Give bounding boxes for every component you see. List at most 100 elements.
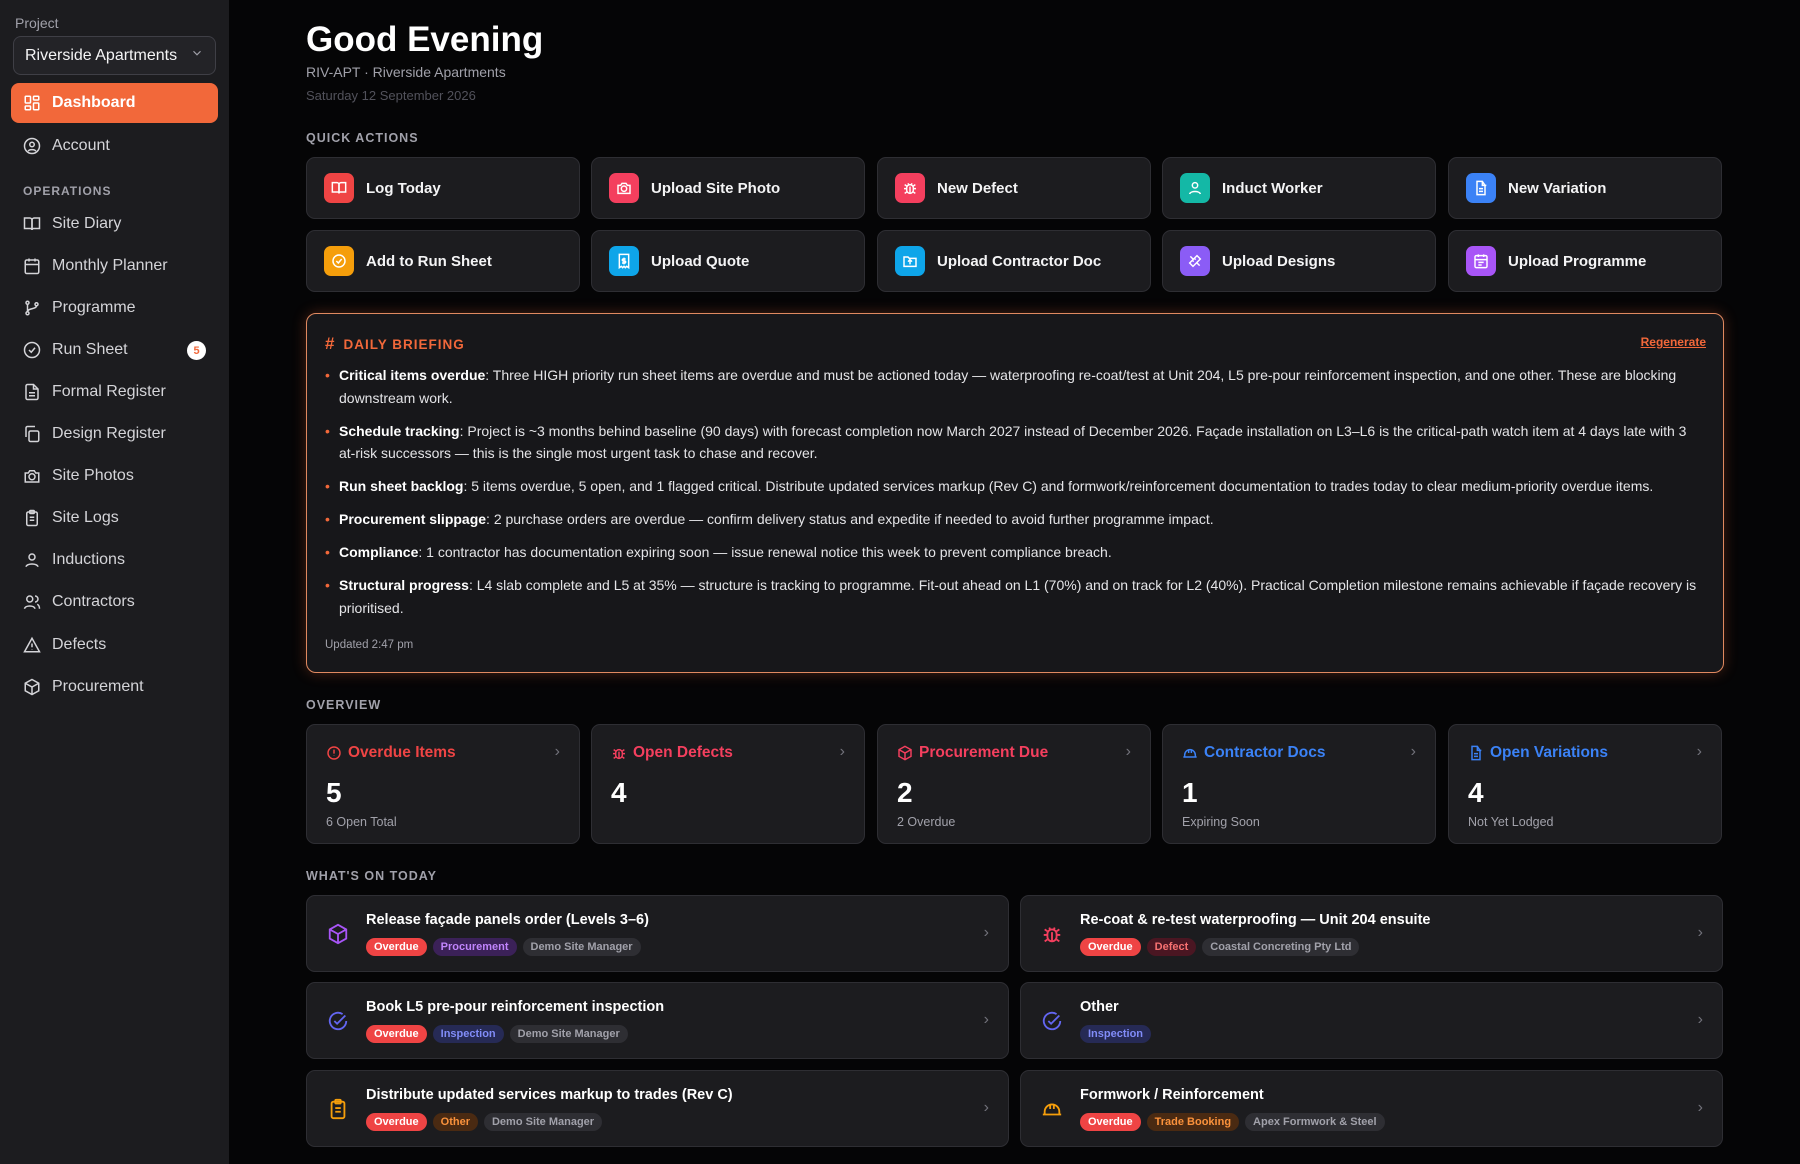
sidebar-item-label: Procurement [52, 678, 144, 695]
overview-card-contractor-docs[interactable]: Contractor Docs › 1 Expiring Soon [1162, 724, 1436, 844]
sidebar-item-label: Site Logs [52, 509, 119, 526]
copy-icon [22, 424, 42, 444]
sidebar-item-label: Inductions [52, 551, 125, 568]
page-title: Good Evening [306, 20, 544, 59]
overview-card-procurement-due[interactable]: Procurement Due › 2 2 Overdue [877, 724, 1151, 844]
sidebar-item-label: Run Sheet [52, 341, 128, 358]
overview-card-value: 5 [326, 777, 342, 808]
chevron-right-icon: › [839, 743, 845, 760]
overview-card-subtext: Not Yet Lodged [1468, 815, 1554, 829]
quick-action-upload-designs[interactable]: Upload Designs [1162, 230, 1436, 292]
camera-icon [609, 173, 639, 203]
overview-card-open-variations[interactable]: Open Variations › 4 Not Yet Lodged [1448, 724, 1722, 844]
overview-card-overdue-items[interactable]: Overdue Items › 5 6 Open Total [306, 724, 580, 844]
warning-triangle-icon [22, 635, 42, 655]
sidebar-item-site-diary[interactable]: Site Diary [11, 204, 218, 244]
quick-action-new-defect[interactable]: New Defect [877, 157, 1151, 219]
quick-action-new-variation[interactable]: New Variation [1448, 157, 1722, 219]
sidebar-item-monthly-planner[interactable]: Monthly Planner [11, 246, 218, 286]
sidebar-item-label: Formal Register [52, 383, 166, 400]
overview-card-value: 4 [611, 777, 627, 808]
user-icon [1180, 173, 1210, 203]
chevron-right-icon: › [1125, 743, 1131, 760]
check-circle-icon [22, 340, 42, 360]
overview-card-open-defects[interactable]: Open Defects › 4 [591, 724, 865, 844]
status-badge: Overdue [366, 1025, 427, 1043]
clipboard-icon [326, 1097, 350, 1121]
quick-action-upload-quote[interactable]: Upload Quote [591, 230, 865, 292]
quick-action-add-to-run-sheet[interactable]: Add to Run Sheet [306, 230, 580, 292]
task-card[interactable]: Other Inspection › [1020, 982, 1723, 1059]
overview-card-label: Procurement Due [919, 744, 1049, 761]
sidebar-item-inductions[interactable]: Inductions [11, 540, 218, 580]
regenerate-link[interactable]: Regenerate [1641, 335, 1706, 349]
bug-icon [1040, 922, 1064, 946]
overview-card-label: Open Defects [633, 744, 733, 761]
file-text-icon [22, 382, 42, 402]
quick-action-log-today[interactable]: Log Today [306, 157, 580, 219]
package-icon [897, 745, 913, 761]
overview-card-value: 1 [1182, 777, 1198, 808]
chevron-right-icon: › [1697, 1011, 1703, 1028]
git-branch-icon [22, 298, 42, 318]
briefing-list: Critical items overdue: Three HIGH prior… [325, 364, 1705, 630]
daily-briefing-header: # DAILY BRIEFING [325, 334, 465, 354]
quick-action-label: Upload Contractor Doc [937, 252, 1102, 270]
sidebar-item-site-photos[interactable]: Site Photos [11, 456, 218, 496]
quick-action-label: New Defect [937, 179, 1018, 197]
sidebar-item-procurement[interactable]: Procurement [11, 667, 218, 707]
quick-action-label: New Variation [1508, 179, 1607, 197]
status-badge: Overdue [366, 1113, 427, 1131]
chevron-right-icon: › [1697, 1099, 1703, 1116]
sidebar-item-run-sheet[interactable]: Run Sheet 5 [11, 330, 218, 370]
quick-action-induct-worker[interactable]: Induct Worker [1162, 157, 1436, 219]
sidebar-item-label: Site Diary [52, 215, 122, 232]
overview-card-label: Open Variations [1490, 744, 1609, 761]
quick-action-label: Upload Designs [1222, 252, 1336, 270]
assignee-badge: Apex Formwork & Steel [1245, 1113, 1385, 1131]
task-title: Formwork / Reinforcement [1080, 1087, 1264, 1103]
overview-card-subtext: Expiring Soon [1182, 815, 1260, 829]
sidebar-item-design-register[interactable]: Design Register [11, 414, 218, 454]
task-title: Other [1080, 999, 1119, 1015]
task-card[interactable]: Release façade panels order (Levels 3–6)… [306, 895, 1009, 972]
overview-card-subtext: 6 Open Total [326, 815, 397, 829]
sidebar-item-dashboard[interactable]: Dashboard [11, 83, 218, 123]
briefing-updated-time: Updated 2:47 pm [325, 639, 414, 651]
chevron-right-icon: › [983, 1099, 989, 1116]
task-title: Distribute updated services markup to tr… [366, 1087, 733, 1103]
sidebar-item-account[interactable]: Account [11, 126, 218, 166]
task-card[interactable]: Distribute updated services markup to tr… [306, 1070, 1009, 1147]
quick-action-label: Add to Run Sheet [366, 252, 492, 270]
sidebar-item-site-logs[interactable]: Site Logs [11, 498, 218, 538]
project-select[interactable]: Riverside Apartments [13, 36, 216, 75]
quick-action-label: Upload Programme [1508, 252, 1647, 270]
quick-action-upload-contractor-doc[interactable]: Upload Contractor Doc [877, 230, 1151, 292]
quick-actions-title: QUICK ACTIONS [306, 131, 419, 145]
project-subtitle: RIV-APT · Riverside Apartments [306, 64, 506, 80]
task-card[interactable]: Book L5 pre-pour reinforcement inspectio… [306, 982, 1009, 1059]
quick-action-upload-programme[interactable]: Upload Programme [1448, 230, 1722, 292]
overview-card-value: 2 [897, 777, 913, 808]
sidebar-item-label: Design Register [52, 425, 166, 442]
overview-title: OVERVIEW [306, 698, 382, 712]
quick-action-label: Upload Quote [651, 252, 750, 270]
sidebar-item-defects[interactable]: Defects [11, 625, 218, 665]
book-icon [324, 173, 354, 203]
quick-action-upload-site-photo[interactable]: Upload Site Photo [591, 157, 865, 219]
status-badge: Overdue [366, 938, 427, 956]
chevron-right-icon: › [1696, 743, 1702, 760]
sidebar-item-programme[interactable]: Programme [11, 288, 218, 328]
project-select-value: Riverside Apartments [25, 46, 178, 64]
run-sheet-count-badge: 5 [187, 341, 206, 360]
task-card[interactable]: Re-coat & re-test waterproofing — Unit 2… [1020, 895, 1723, 972]
sidebar-item-formal-register[interactable]: Formal Register [11, 372, 218, 412]
check-circle-icon [1040, 1009, 1064, 1033]
document-icon [1468, 745, 1484, 761]
status-badge: Overdue [1080, 938, 1141, 956]
sidebar: Project Riverside Apartments Dashboard A… [0, 0, 229, 1164]
task-card[interactable]: Formwork / Reinforcement Overdue Trade B… [1020, 1070, 1723, 1147]
sidebar-item-contractors[interactable]: Contractors [11, 582, 218, 622]
book-open-icon [22, 214, 42, 234]
briefing-item: Schedule tracking: Project is ~3 months … [325, 420, 1705, 465]
